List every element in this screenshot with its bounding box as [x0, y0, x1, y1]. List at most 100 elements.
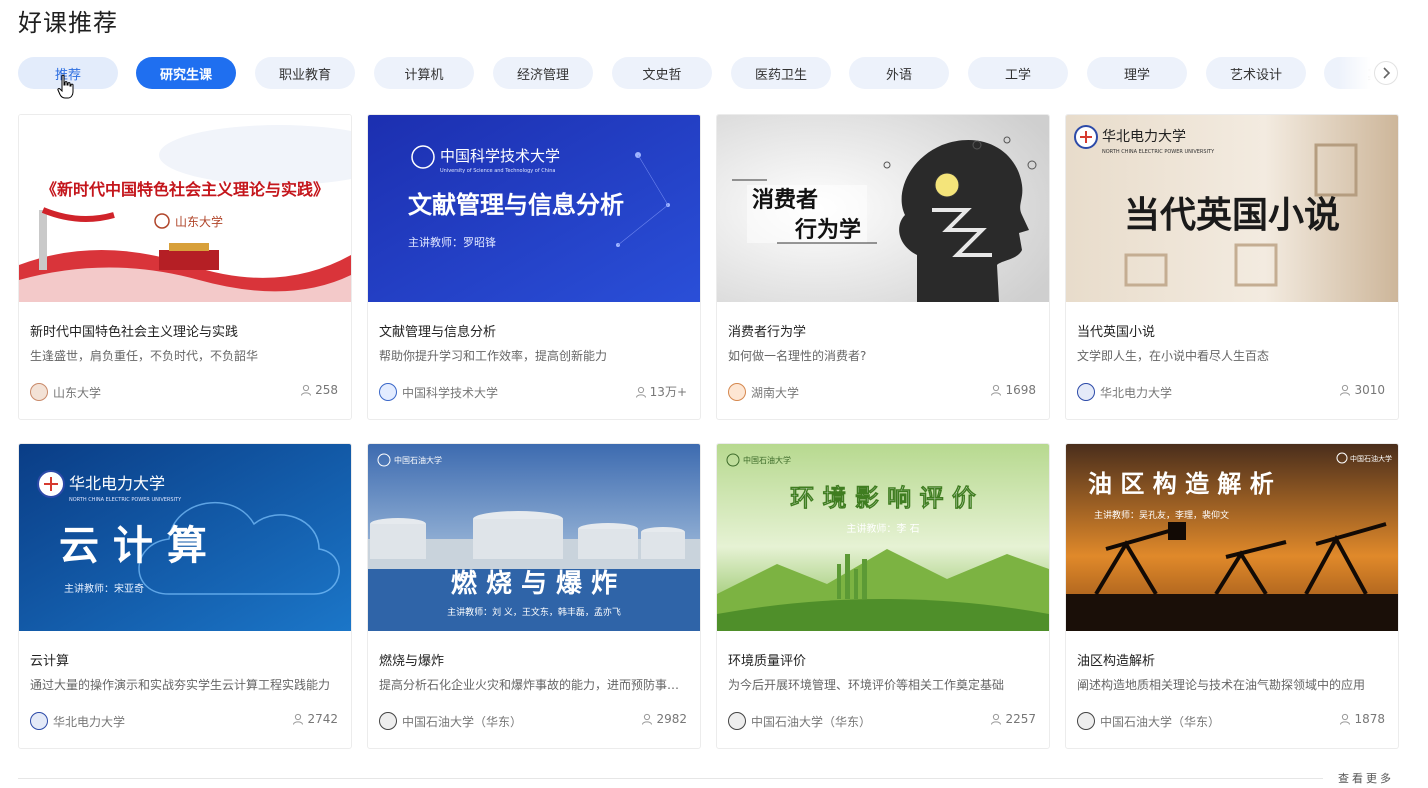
tab-science[interactable]: 理学	[1087, 57, 1187, 89]
tab-engineering[interactable]: 工学	[968, 57, 1068, 89]
university-name: 湖南大学	[751, 385, 800, 400]
user-icon	[635, 386, 646, 398]
course-title[interactable]: 环境质量评价	[728, 650, 806, 669]
learner-count: 2257	[990, 712, 1036, 726]
learner-count-value: 258	[315, 383, 338, 397]
course-thumbnail[interactable]: 华北电力大学 NORTH CHINA ELECTRIC POWER UNIVER…	[19, 444, 351, 631]
thumb-title: 燃 烧 与 爆 炸	[451, 569, 617, 599]
course-university[interactable]: 中国石油大学（华东）	[728, 712, 871, 730]
learner-count-value: 2982	[656, 712, 687, 726]
course-title[interactable]: 燃烧与爆炸	[379, 650, 444, 669]
tab-art[interactable]: 艺术设计	[1206, 57, 1306, 89]
course-card[interactable]: 中国石油大学 油 区 构 造 解 析 主讲教师：吴孔友，李理，裴仰文 油区构造解…	[1065, 443, 1399, 749]
thumb-logo: 中国石油大学	[1350, 454, 1392, 463]
tab-recommend[interactable]: 推荐	[18, 57, 118, 89]
course-university[interactable]: 中国石油大学（华东）	[1077, 712, 1220, 730]
page-title: 好课推荐	[18, 9, 118, 37]
course-card[interactable]: 华北电力大学 NORTH CHINA ELECTRIC POWER UNIVER…	[1065, 114, 1399, 420]
thumb-subtitle: 主讲教师：李 石	[846, 522, 919, 535]
course-title[interactable]: 消费者行为学	[728, 321, 806, 340]
user-icon	[991, 713, 1002, 725]
university-logo	[728, 383, 746, 401]
course-university[interactable]: 中国石油大学（华东）	[379, 712, 522, 730]
tabs-next-button[interactable]	[1374, 61, 1398, 85]
course-thumbnail[interactable]: 中国石油大学 油 区 构 造 解 析 主讲教师：吴孔友，李理，裴仰文	[1066, 444, 1398, 631]
course-card[interactable]: 中国石油大学 燃 烧 与 爆 炸 主讲教师：刘 义，王文东，韩丰磊，孟亦飞 燃烧…	[367, 443, 701, 749]
thumb-title: 《新时代中国特色社会主义理论与实践》	[41, 180, 329, 199]
tab-computer[interactable]: 计算机	[374, 57, 474, 89]
course-university[interactable]: 山东大学	[30, 383, 101, 401]
university-name: 中国科学技术大学	[402, 385, 499, 400]
course-thumbnail[interactable]: 消费者 行为学	[717, 115, 1049, 302]
course-university[interactable]: 湖南大学	[728, 383, 799, 401]
course-card[interactable]: 华北电力大学 NORTH CHINA ELECTRIC POWER UNIVER…	[18, 443, 352, 749]
university-logo	[728, 712, 746, 730]
course-card[interactable]: 中国科学技术大学 University of Science and Techn…	[367, 114, 701, 420]
course-title[interactable]: 当代英国小说	[1077, 321, 1155, 340]
course-thumbnail[interactable]: 中国科学技术大学 University of Science and Techn…	[368, 115, 700, 302]
course-university[interactable]: 中国科学技术大学	[379, 383, 498, 401]
course-thumbnail[interactable]: 中国石油大学 环 境 影 响 评 价 主讲教师：李 石	[717, 444, 1049, 631]
learner-count-value: 1698	[1005, 383, 1036, 397]
course-thumbnail[interactable]: 华北电力大学 NORTH CHINA ELECTRIC POWER UNIVER…	[1066, 115, 1398, 302]
university-logo	[30, 383, 48, 401]
learner-count-value: 1878	[1354, 712, 1385, 726]
user-icon	[1340, 384, 1351, 396]
thumb-subtitle: 主讲教师：罗昭锋	[408, 235, 496, 249]
learner-count: 2982	[641, 712, 687, 726]
university-logo	[30, 712, 48, 730]
tab-humanities[interactable]: 文史哲	[612, 57, 712, 89]
tab-graduate[interactable]: 研究生课	[136, 57, 236, 89]
learner-count: 13万+	[635, 383, 687, 400]
thumb-title: 文献管理与信息分析	[408, 191, 624, 219]
user-icon	[1340, 713, 1351, 725]
learner-count-value: 3010	[1354, 383, 1385, 397]
course-card[interactable]: 中国石油大学 环 境 影 响 评 价 主讲教师：李 石 环境质量评价 为今后开展…	[716, 443, 1050, 749]
thumb-logo: 中国石油大学	[394, 455, 442, 465]
tab-economics[interactable]: 经济管理	[493, 57, 593, 89]
course-university[interactable]: 华北电力大学	[1077, 383, 1172, 401]
tab-vocational[interactable]: 职业教育	[255, 57, 355, 89]
tab-languages[interactable]: 外语	[849, 57, 949, 89]
thumb-logo-en: NORTH CHINA ELECTRIC POWER UNIVERSITY	[1102, 149, 1215, 155]
course-title[interactable]: 云计算	[30, 650, 69, 669]
thumb-subtitle: 主讲教师：吴孔友，李理，裴仰文	[1094, 509, 1229, 521]
view-more-link[interactable]: 查看更多	[1338, 770, 1394, 786]
thumb-logo: 中国科学技术大学	[440, 148, 560, 165]
thumb-logo: 华北电力大学	[69, 475, 165, 493]
course-desc: 阐述构造地质相关理论与技术在油气勘探领域中的应用	[1077, 678, 1366, 692]
course-thumbnail[interactable]: 中国石油大学 燃 烧 与 爆 炸 主讲教师：刘 义，王文东，韩丰磊，孟亦飞	[368, 444, 700, 631]
university-name: 中国石油大学（华东）	[751, 714, 872, 729]
university-name: 山东大学	[53, 385, 102, 400]
thumb-subtitle: 主讲教师：宋亚奇	[64, 582, 144, 595]
thumb-logo: 华北电力大学	[1102, 129, 1186, 145]
course-desc: 生逢盛世，肩负重任，不负时代，不负韶华	[30, 349, 259, 363]
thumb-title: 云 计 算	[59, 523, 207, 569]
university-logo	[379, 712, 397, 730]
course-title[interactable]: 文献管理与信息分析	[379, 321, 496, 340]
learner-count: 258	[300, 383, 338, 397]
tab-medicine[interactable]: 医药卫生	[731, 57, 831, 89]
category-tabs: 推荐 研究生课 职业教育 计算机 经济管理 文史哲 医药卫生 外语 工学 理学 …	[18, 57, 1398, 89]
university-name: 中国石油大学（华东）	[402, 714, 523, 729]
course-desc: 为今后开展环境管理、环境评价等相关工作奠定基础	[728, 678, 1005, 692]
course-title[interactable]: 油区构造解析	[1077, 650, 1155, 669]
university-logo	[379, 383, 397, 401]
chevron-right-icon	[1383, 67, 1391, 79]
course-desc: 如何做一名理性的消费者?	[728, 349, 867, 363]
course-thumbnail[interactable]: 《新时代中国特色社会主义理论与实践》 山东大学	[19, 115, 351, 302]
course-card[interactable]: 消费者 行为学 消费者行为学 如何做一名理性的消费者? 湖南大学 1698	[716, 114, 1050, 420]
thumb-title: 环 境 影 响 评 价	[790, 484, 977, 512]
learner-count: 3010	[1339, 383, 1385, 397]
course-card[interactable]: 《新时代中国特色社会主义理论与实践》 山东大学 新时代中国特色社会主义理论与实践…	[18, 114, 352, 420]
learner-count: 1878	[1339, 712, 1385, 726]
university-name: 华北电力大学	[1100, 385, 1173, 400]
course-university[interactable]: 华北电力大学	[30, 712, 125, 730]
university-logo	[1077, 712, 1095, 730]
thumb-subtitle: 主讲教师：刘 义，王文东，韩丰磊，孟亦飞	[447, 606, 621, 618]
thumb-logo: 中国石油大学	[743, 455, 791, 465]
course-desc: 文学即人生，在小说中看尽人生百态	[1077, 349, 1270, 363]
university-logo	[1077, 383, 1095, 401]
course-desc: 帮助你提升学习和工作效率，提高创新能力	[379, 349, 608, 363]
course-title[interactable]: 新时代中国特色社会主义理论与实践	[30, 321, 238, 340]
